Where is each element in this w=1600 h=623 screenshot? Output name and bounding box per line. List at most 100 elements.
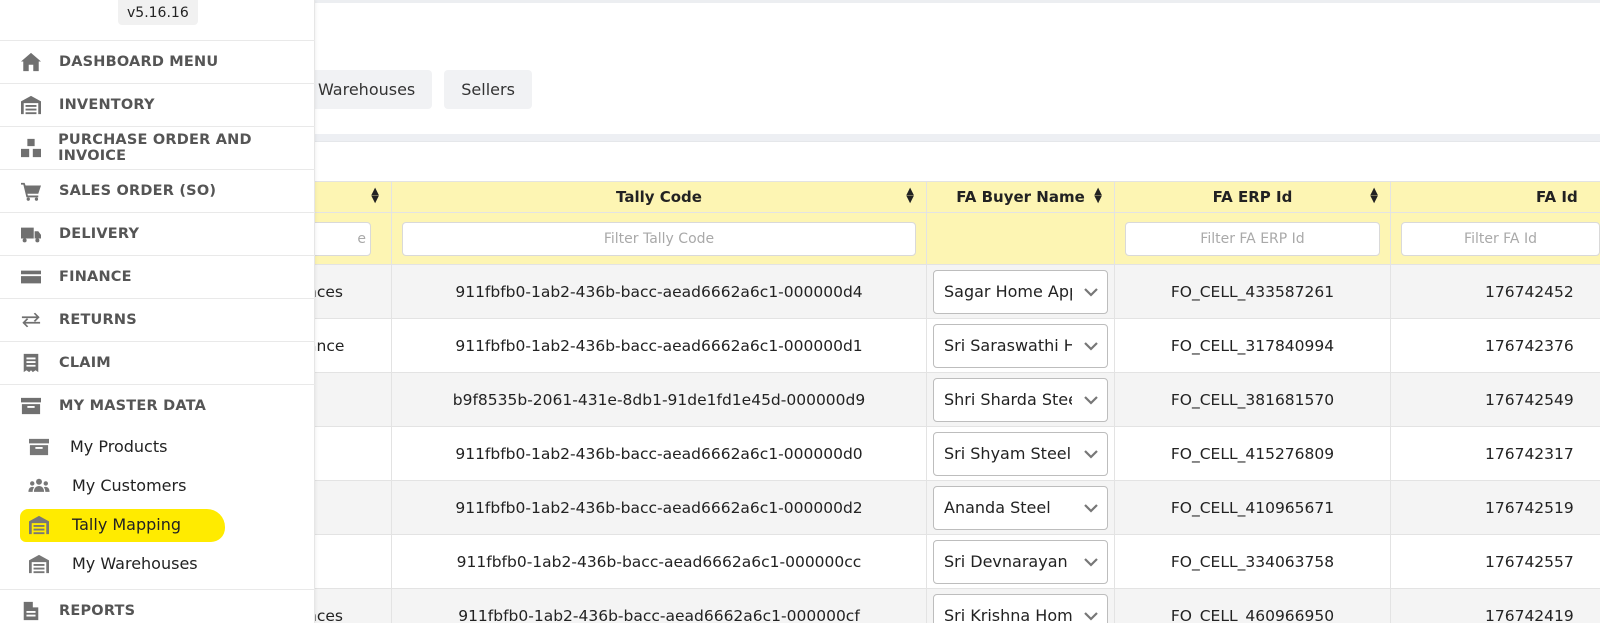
home-icon bbox=[19, 52, 43, 72]
filter-fa-erp-id-input[interactable] bbox=[1125, 221, 1380, 256]
filter-cell bbox=[1114, 212, 1391, 265]
cell-buyer-select: Sagar Home Appliances bbox=[926, 264, 1115, 319]
filter-tally-code-input[interactable] bbox=[402, 221, 916, 256]
filter-cell bbox=[391, 212, 927, 265]
cell-fa-erp-id: FO_CELL_415276809 bbox=[1114, 426, 1391, 481]
submenu-item-my-products[interactable]: My Products bbox=[0, 427, 315, 466]
sidebar-item-sales-order[interactable]: SALES ORDER (SO) bbox=[0, 169, 315, 212]
truck-icon bbox=[19, 224, 43, 244]
column-header-fa-id[interactable]: FA Id bbox=[1390, 181, 1600, 213]
tab-sellers[interactable]: Sellers bbox=[444, 70, 532, 109]
column-header-label: Tally Code bbox=[616, 188, 702, 206]
cell-fa-id: 176742376 bbox=[1390, 318, 1600, 373]
sidebar-item-label: FINANCE bbox=[59, 269, 132, 285]
cell-fa-id: 176742317 bbox=[1390, 426, 1600, 481]
sidebar-item-returns[interactable]: RETURNS bbox=[0, 298, 315, 341]
filter-fa-id-input[interactable] bbox=[1401, 221, 1600, 256]
warehouse-icon bbox=[26, 515, 52, 535]
sidebar-item-claim[interactable]: CLAIM bbox=[0, 341, 315, 384]
submenu-item-label: My Warehouses bbox=[72, 554, 198, 573]
sidebar-item-delivery[interactable]: DELIVERY bbox=[0, 212, 315, 255]
column-header-fa-erp-id[interactable]: FA ERP Id ▲ ▼ bbox=[1114, 181, 1391, 213]
tab-bar: Warehouses Sellers bbox=[300, 70, 532, 109]
archive-icon bbox=[19, 396, 43, 416]
sort-icon[interactable]: ▲ ▼ bbox=[906, 187, 914, 205]
chevron-down-icon bbox=[1084, 611, 1098, 621]
sidebar-item-label: DELIVERY bbox=[59, 226, 140, 242]
cell-tally-code: 911fbfb0-1ab2-436b-bacc-aead6662a6c1-000… bbox=[391, 318, 927, 373]
submenu-item-label: Tally Mapping bbox=[72, 515, 182, 534]
fa-buyer-select-value: Sri Krishna Home bbox=[944, 606, 1072, 623]
submenu-item-my-warehouses[interactable]: My Warehouses bbox=[0, 544, 315, 583]
sidebar-item-finance[interactable]: FINANCE bbox=[0, 255, 315, 298]
fa-buyer-select[interactable]: Ananda Steel bbox=[933, 485, 1108, 530]
cell-tally-code: 911fbfb0-1ab2-436b-bacc-aead6662a6c1-000… bbox=[391, 426, 927, 481]
sidebar: v5.16.16 DASHBOARD MENU INVENTORY PURCHA… bbox=[0, 0, 315, 623]
fa-buyer-select-value: Sagar Home Appliances bbox=[944, 282, 1072, 301]
cell-fa-erp-id: FO_CELL_381681570 bbox=[1114, 372, 1391, 427]
submenu-item-label: My Products bbox=[70, 437, 168, 456]
cell-buyer-select: Ananda Steel bbox=[926, 480, 1115, 535]
sidebar-menu: DASHBOARD MENU INVENTORY PURCHASE ORDER … bbox=[0, 40, 315, 623]
chevron-down-icon bbox=[1084, 503, 1098, 513]
fa-buyer-select[interactable]: Sagar Home Appliances bbox=[933, 269, 1108, 314]
cell-tally-code: 911fbfb0-1ab2-436b-bacc-aead6662a6c1-000… bbox=[391, 264, 927, 319]
chevron-down-icon bbox=[1084, 287, 1098, 297]
fa-buyer-select-value: Shri Sharda Steels bbox=[944, 390, 1072, 409]
cell-fa-erp-id: FO_CELL_317840994 bbox=[1114, 318, 1391, 373]
column-header-tally-code[interactable]: Tally Code ▲ ▼ bbox=[391, 181, 927, 213]
sidebar-item-label: RETURNS bbox=[59, 312, 137, 328]
fa-buyer-select-value: Ananda Steel bbox=[944, 498, 1051, 517]
cell-buyer-select: Sri Shyam Steel bbox=[926, 426, 1115, 481]
master-data-submenu: My Products My Customers Tally Mapping M… bbox=[0, 427, 315, 589]
cell-tally-code: 911fbfb0-1ab2-436b-bacc-aead6662a6c1-000… bbox=[391, 534, 927, 589]
column-header-label: FA ERP Id bbox=[1212, 188, 1293, 206]
cell-fa-id: 176742452 bbox=[1390, 264, 1600, 319]
sort-icon[interactable]: ▲ ▼ bbox=[1094, 187, 1102, 205]
tab-warehouses[interactable]: Warehouses bbox=[300, 70, 433, 109]
cell-fa-erp-id: FO_CELL_433587261 bbox=[1114, 264, 1391, 319]
users-icon bbox=[26, 476, 52, 496]
cell-fa-id: 176742419 bbox=[1390, 588, 1600, 623]
boxes-icon bbox=[19, 138, 42, 158]
sidebar-item-reports[interactable]: REPORTS bbox=[0, 589, 315, 623]
cell-buyer-select: Sri Krishna Home bbox=[926, 588, 1115, 623]
cell-tally-code: b9f8535b-2061-431e-8db1-91de1fd1e45d-000… bbox=[391, 372, 927, 427]
cell-tally-code: 911fbfb0-1ab2-436b-bacc-aead6662a6c1-000… bbox=[391, 480, 927, 535]
fa-buyer-select[interactable]: Sri Devnarayan bbox=[933, 539, 1108, 584]
cell-fa-erp-id: FO_CELL_460966950 bbox=[1114, 588, 1391, 623]
cell-fa-id: 176742519 bbox=[1390, 480, 1600, 535]
exchange-icon bbox=[19, 310, 43, 330]
credit-card-icon bbox=[19, 267, 43, 287]
submenu-item-tally-mapping[interactable]: Tally Mapping bbox=[0, 505, 315, 544]
cell-fa-erp-id: FO_CELL_410965671 bbox=[1114, 480, 1391, 535]
cell-fa-erp-id: FO_CELL_334063758 bbox=[1114, 534, 1391, 589]
cell-tally-code: 911fbfb0-1ab2-436b-bacc-aead6662a6c1-000… bbox=[391, 588, 927, 623]
sidebar-item-my-master-data[interactable]: MY MASTER DATA bbox=[0, 384, 315, 427]
file-icon bbox=[19, 601, 43, 621]
column-header-label: FA Id bbox=[1536, 188, 1578, 206]
sidebar-item-inventory[interactable]: INVENTORY bbox=[0, 83, 315, 126]
cell-fa-id: 176742549 bbox=[1390, 372, 1600, 427]
sidebar-item-label: REPORTS bbox=[59, 603, 136, 619]
fa-buyer-select[interactable]: Shri Sharda Steels bbox=[933, 377, 1108, 422]
filter-cell bbox=[1390, 212, 1600, 265]
fa-buyer-select[interactable]: Sri Saraswathi Home bbox=[933, 323, 1108, 368]
sort-icon[interactable]: ▲ ▼ bbox=[371, 187, 379, 205]
sort-icon[interactable]: ▲ ▼ bbox=[1370, 187, 1378, 205]
cell-buyer-select: Shri Sharda Steels bbox=[926, 372, 1115, 427]
warehouse-icon bbox=[19, 95, 43, 115]
column-header-fa-buyer-name[interactable]: FA Buyer Name ▲ ▼ bbox=[926, 181, 1115, 213]
warehouse-icon bbox=[26, 554, 52, 574]
version-badge: v5.16.16 bbox=[118, 0, 198, 25]
fa-buyer-select-value: Sri Saraswathi Home bbox=[944, 336, 1072, 355]
fa-buyer-select[interactable]: Sri Shyam Steel bbox=[933, 431, 1108, 476]
fa-buyer-select[interactable]: Sri Krishna Home bbox=[933, 593, 1108, 623]
sidebar-item-dashboard-menu[interactable]: DASHBOARD MENU bbox=[0, 40, 315, 83]
app-root: Warehouses Sellers ▲ ▼ Tally Code ▲ ▼ FA… bbox=[0, 0, 1600, 623]
chevron-down-icon bbox=[1084, 341, 1098, 351]
submenu-item-my-customers[interactable]: My Customers bbox=[0, 466, 315, 505]
sidebar-item-purchase-order[interactable]: PURCHASE ORDER AND INVOICE bbox=[0, 126, 315, 169]
chevron-down-icon bbox=[1084, 395, 1098, 405]
fa-buyer-select-value: Sri Devnarayan bbox=[944, 552, 1068, 571]
